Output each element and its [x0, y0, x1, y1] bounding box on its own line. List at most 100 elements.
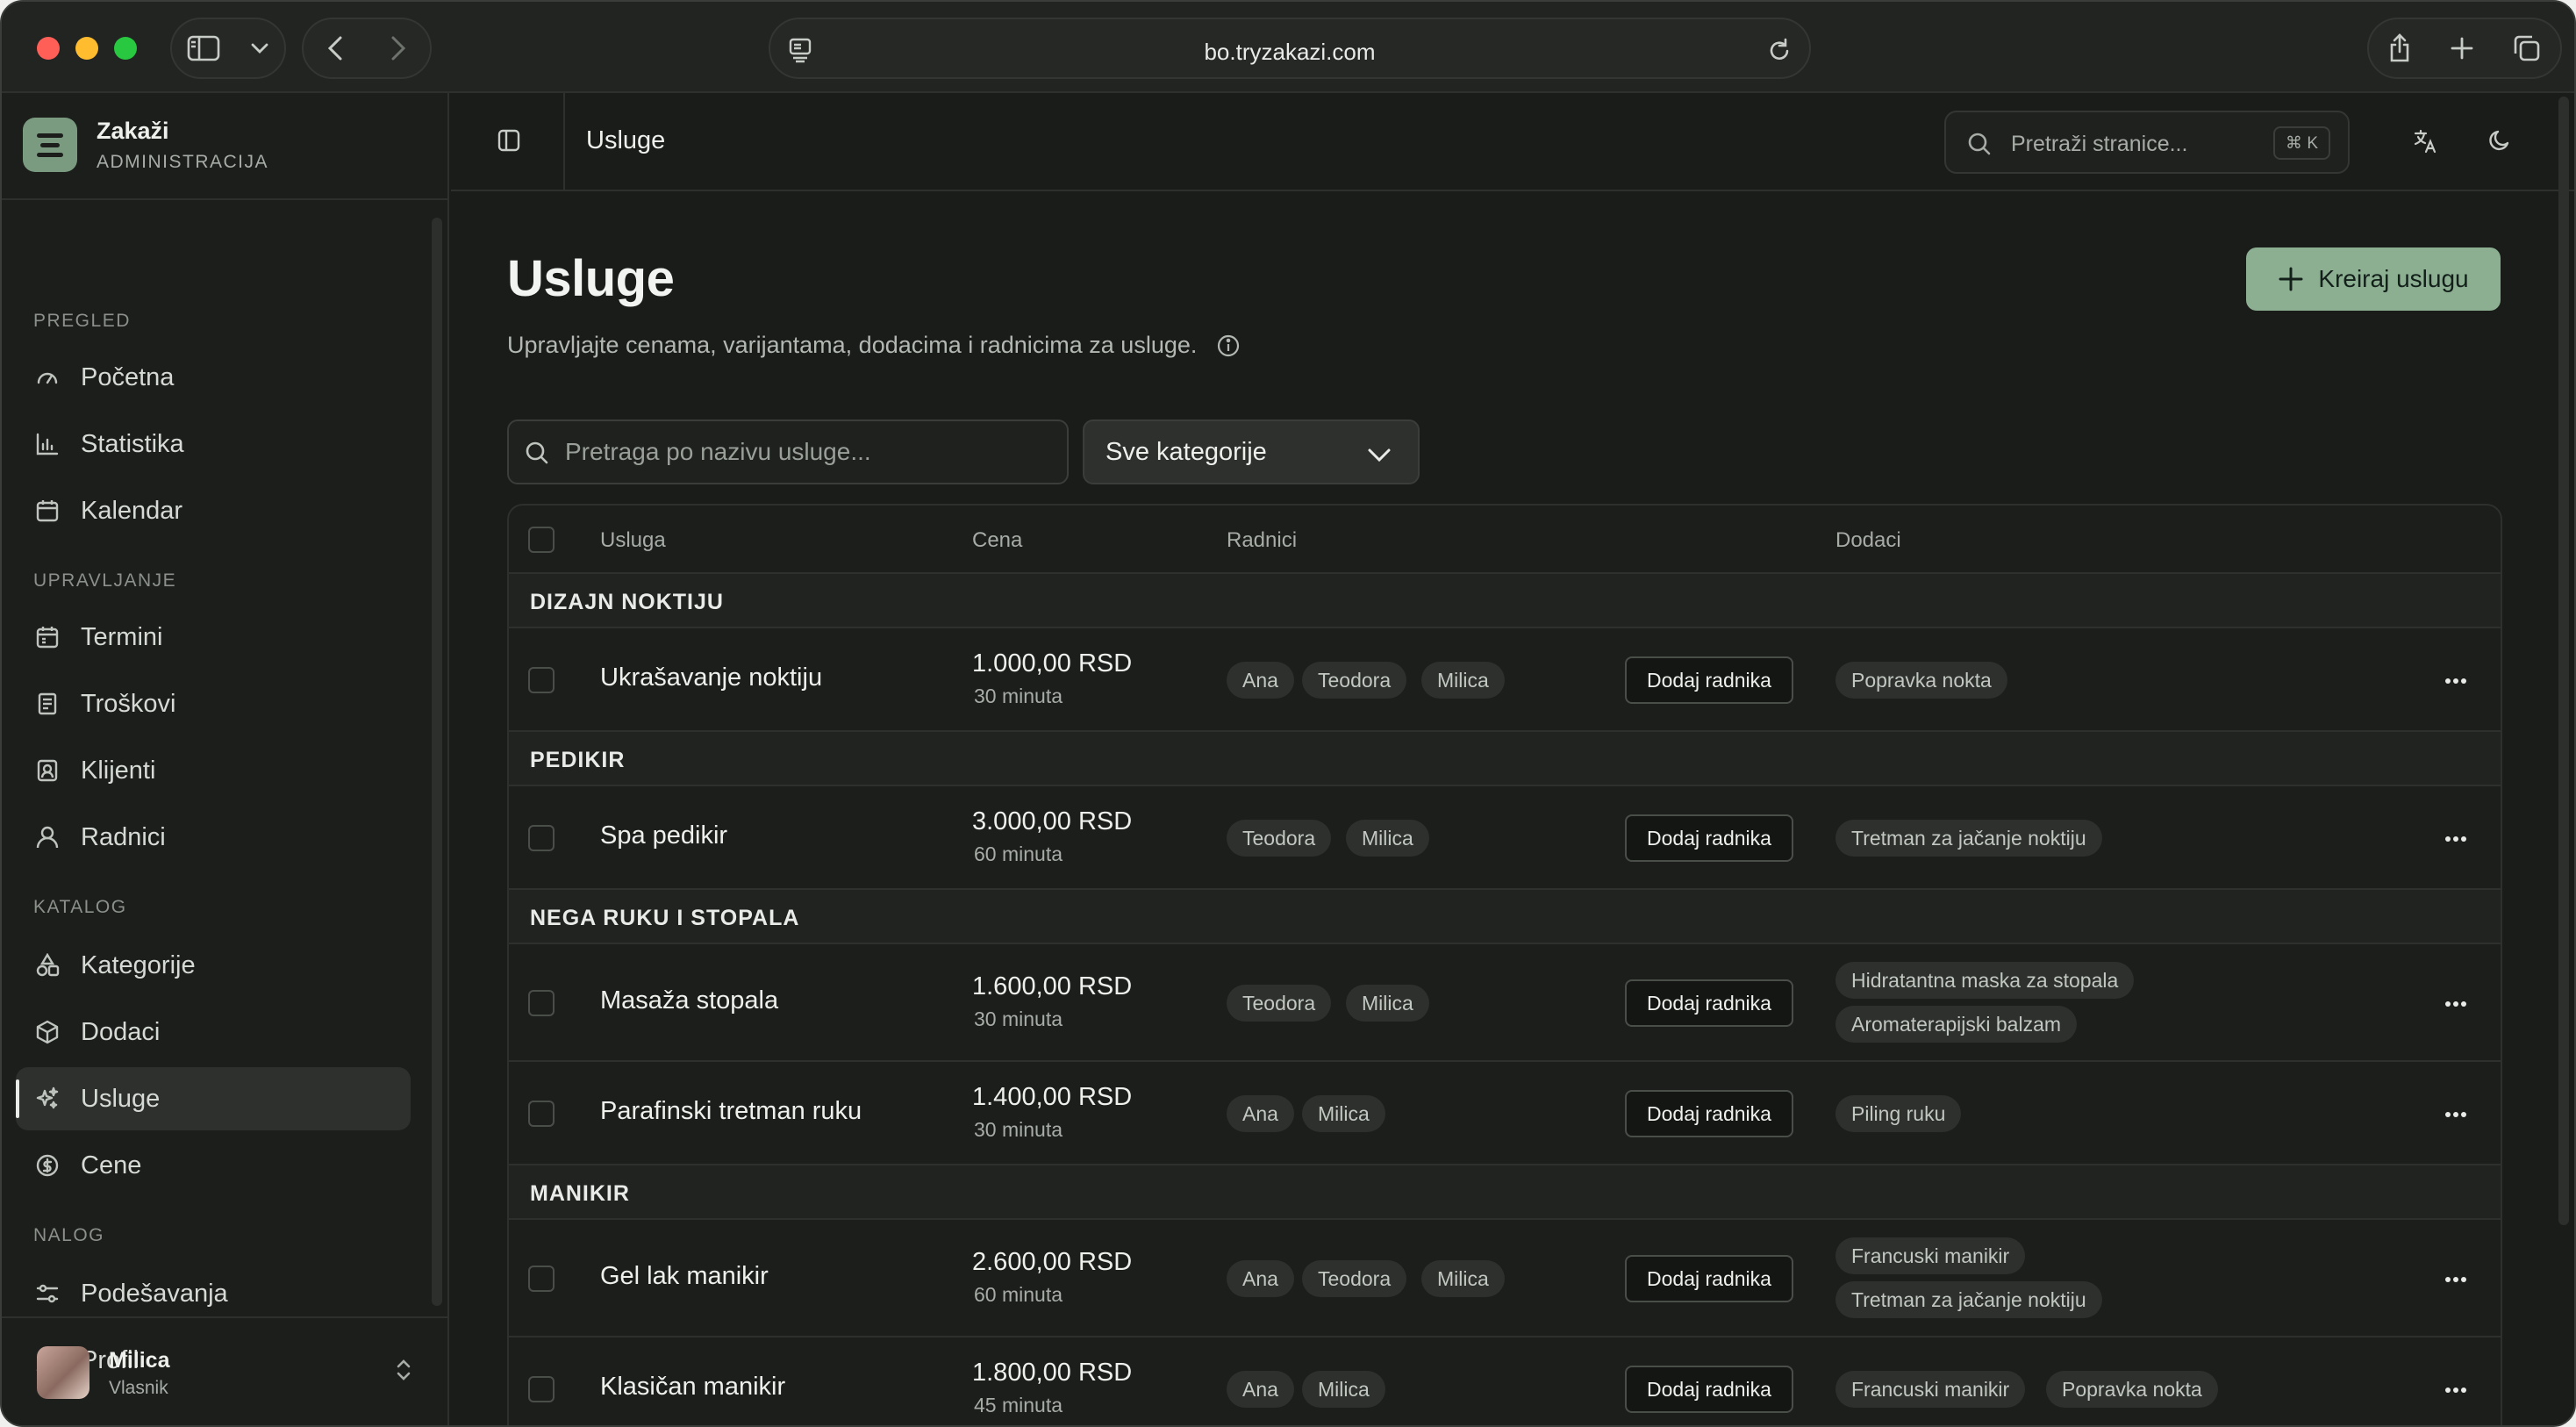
worker-chip[interactable]: Milica [1302, 1371, 1385, 1408]
sidebar-item-dodaci[interactable]: Dodaci [16, 1000, 411, 1064]
more-actions-icon[interactable] [2434, 1099, 2478, 1130]
sidebar-item-usluge[interactable]: Usluge [16, 1067, 411, 1130]
worker-chip[interactable]: Teodora [1227, 820, 1332, 857]
row-checkbox[interactable] [528, 1376, 555, 1402]
sidebar-item-klijenti[interactable]: Klijenti [16, 739, 411, 802]
browser-sidebar-icon[interactable] [187, 35, 220, 61]
table-row[interactable]: Gel lak manikir 2.600,00 RSD 60 minuta A… [509, 1220, 2501, 1337]
services-table: Usluga Cena Radnici Dodaci DIZAJN NOKTIJ… [507, 504, 2502, 1425]
addon-chip[interactable]: Francuski manikir [1835, 1237, 2026, 1274]
service-name[interactable]: Masaža stopala [600, 986, 778, 1015]
table-row[interactable]: Ukrašavanje noktiju 1.000,00 RSD 30 minu… [509, 628, 2501, 732]
tab-overview-icon[interactable] [2512, 34, 2542, 62]
service-name[interactable]: Klasičan manikir [600, 1373, 785, 1402]
sidebar-item-cene[interactable]: Cene [16, 1134, 411, 1197]
column-header-addons[interactable]: Dodaci [1835, 528, 1901, 553]
moon-icon[interactable] [2488, 128, 2513, 157]
add-worker-button[interactable]: Dodaj radnika [1625, 656, 1793, 704]
reload-icon[interactable] [1767, 37, 1792, 68]
row-checkbox[interactable] [528, 667, 555, 693]
addon-chip[interactable]: Aromaterapijski balzam [1835, 1006, 2078, 1043]
add-worker-button[interactable]: Dodaj radnika [1625, 1090, 1793, 1137]
row-checkbox[interactable] [528, 825, 555, 851]
service-name[interactable]: Ukrašavanje noktiju [600, 663, 822, 692]
table-row[interactable]: Spa pedikir 3.000,00 RSD 60 minuta Teodo… [509, 786, 2501, 890]
add-worker-button[interactable]: Dodaj radnika [1625, 814, 1793, 862]
chevron-down-icon[interactable] [250, 42, 269, 54]
service-search [507, 419, 1069, 484]
table-row[interactable]: Parafinski tretman ruku 1.400,00 RSD 30 … [509, 1062, 2501, 1165]
service-search-input[interactable] [565, 421, 1056, 483]
browser-toolbar: bo.tryzakazi.com [2, 2, 2574, 93]
info-icon[interactable] [1216, 333, 1241, 358]
group-label: NEGA RUKU I STOPALA [530, 906, 800, 930]
add-worker-button[interactable]: Dodaj radnika [1625, 1255, 1793, 1302]
worker-chip[interactable]: Milica [1421, 1260, 1505, 1297]
sidebar-item-kalendar[interactable]: Kalendar [16, 479, 411, 542]
addon-chip[interactable]: Hidratantna maska za stopala [1835, 962, 2135, 999]
service-name[interactable]: Parafinski tretman ruku [600, 1097, 862, 1126]
column-header-price[interactable]: Cena [972, 528, 1022, 553]
table-row[interactable]: Klasičan manikir 1.800,00 RSD 45 minuta … [509, 1337, 2501, 1425]
page-search-button[interactable]: Pretraži stranice... ⌘ K [1944, 111, 2350, 174]
addon-chip[interactable]: Piling ruku [1835, 1095, 1962, 1132]
share-icon[interactable] [2387, 32, 2412, 64]
translate-icon[interactable] [2413, 128, 2439, 159]
service-name[interactable]: Gel lak manikir [600, 1262, 769, 1291]
worker-chip[interactable]: Milica [1346, 820, 1429, 857]
address-bar[interactable]: bo.tryzakazi.com [769, 18, 1811, 79]
column-header-service[interactable]: Usluga [600, 528, 666, 553]
minimize-window-button[interactable] [75, 37, 98, 60]
topbar: Usluge Pretraži stranice... ⌘ K [451, 93, 2574, 191]
addon-chip[interactable]: Popravka nokta [1835, 662, 2007, 699]
select-all-checkbox[interactable] [528, 527, 555, 553]
category-filter-select[interactable]: Sve kategorije [1083, 419, 1420, 484]
service-name[interactable]: Spa pedikir [600, 821, 727, 850]
addon-chip[interactable]: Tretman za jačanje noktiju [1835, 1281, 2102, 1318]
zoom-window-button[interactable] [114, 37, 137, 60]
more-actions-icon[interactable] [2434, 1374, 2478, 1406]
column-header-workers[interactable]: Radnici [1227, 528, 1297, 553]
user-name: Milica [109, 1348, 170, 1373]
addon-chip[interactable]: Popravka nokta [2046, 1371, 2218, 1408]
sparkles-icon [33, 1085, 61, 1113]
addon-chip[interactable]: Tretman za jačanje noktiju [1835, 820, 2102, 857]
worker-chip[interactable]: Teodora [1227, 985, 1332, 1022]
back-icon[interactable] [327, 35, 343, 61]
worker-chip[interactable]: Ana [1227, 1260, 1294, 1297]
worker-chip[interactable]: Teodora [1302, 662, 1407, 699]
more-actions-icon[interactable] [2434, 1264, 2478, 1295]
worker-chip[interactable]: Ana [1227, 1095, 1294, 1132]
panel-toggle-icon[interactable] [497, 128, 521, 157]
sidebar-item-radnici[interactable]: Radnici [16, 806, 411, 869]
user-menu[interactable]: Milica Vlasnik [2, 1316, 447, 1425]
more-actions-icon[interactable] [2434, 665, 2478, 697]
addon-chip[interactable]: Francuski manikir [1835, 1371, 2026, 1408]
worker-chip[interactable]: Ana [1227, 1371, 1294, 1408]
add-worker-button[interactable]: Dodaj radnika [1625, 1366, 1793, 1413]
row-checkbox[interactable] [528, 1266, 555, 1292]
worker-chip[interactable]: Milica [1421, 662, 1505, 699]
worker-chip[interactable]: Milica [1346, 985, 1429, 1022]
row-checkbox[interactable] [528, 1101, 555, 1127]
new-tab-icon[interactable] [2450, 36, 2474, 61]
sidebar-item-termini[interactable]: Termini [16, 606, 411, 669]
main-scrollbar[interactable] [2558, 97, 2569, 1225]
more-actions-icon[interactable] [2434, 823, 2478, 855]
worker-chip[interactable]: Teodora [1302, 1260, 1407, 1297]
row-checkbox[interactable] [528, 990, 555, 1016]
sidebar-item-kategorije[interactable]: Kategorije [16, 934, 411, 997]
add-worker-button[interactable]: Dodaj radnika [1625, 979, 1793, 1027]
create-service-button[interactable]: Kreiraj uslugu [2246, 247, 2501, 311]
worker-chip[interactable]: Milica [1302, 1095, 1385, 1132]
brand[interactable]: Zakaži ADMINISTRACIJA [23, 114, 268, 176]
worker-chip[interactable]: Ana [1227, 662, 1294, 699]
more-actions-icon[interactable] [2434, 988, 2478, 1020]
sidebar-item-troskovi[interactable]: Troškovi [16, 672, 411, 735]
sidebar-item-statistika[interactable]: Statistika [16, 412, 411, 476]
sidebar-item-pocetna[interactable]: Početna [16, 346, 411, 409]
close-window-button[interactable] [37, 37, 60, 60]
table-row[interactable]: Masaža stopala 1.600,00 RSD 30 minuta Te… [509, 944, 2501, 1062]
forward-icon[interactable] [390, 35, 406, 61]
sidebar-scrollbar[interactable] [432, 218, 442, 1306]
